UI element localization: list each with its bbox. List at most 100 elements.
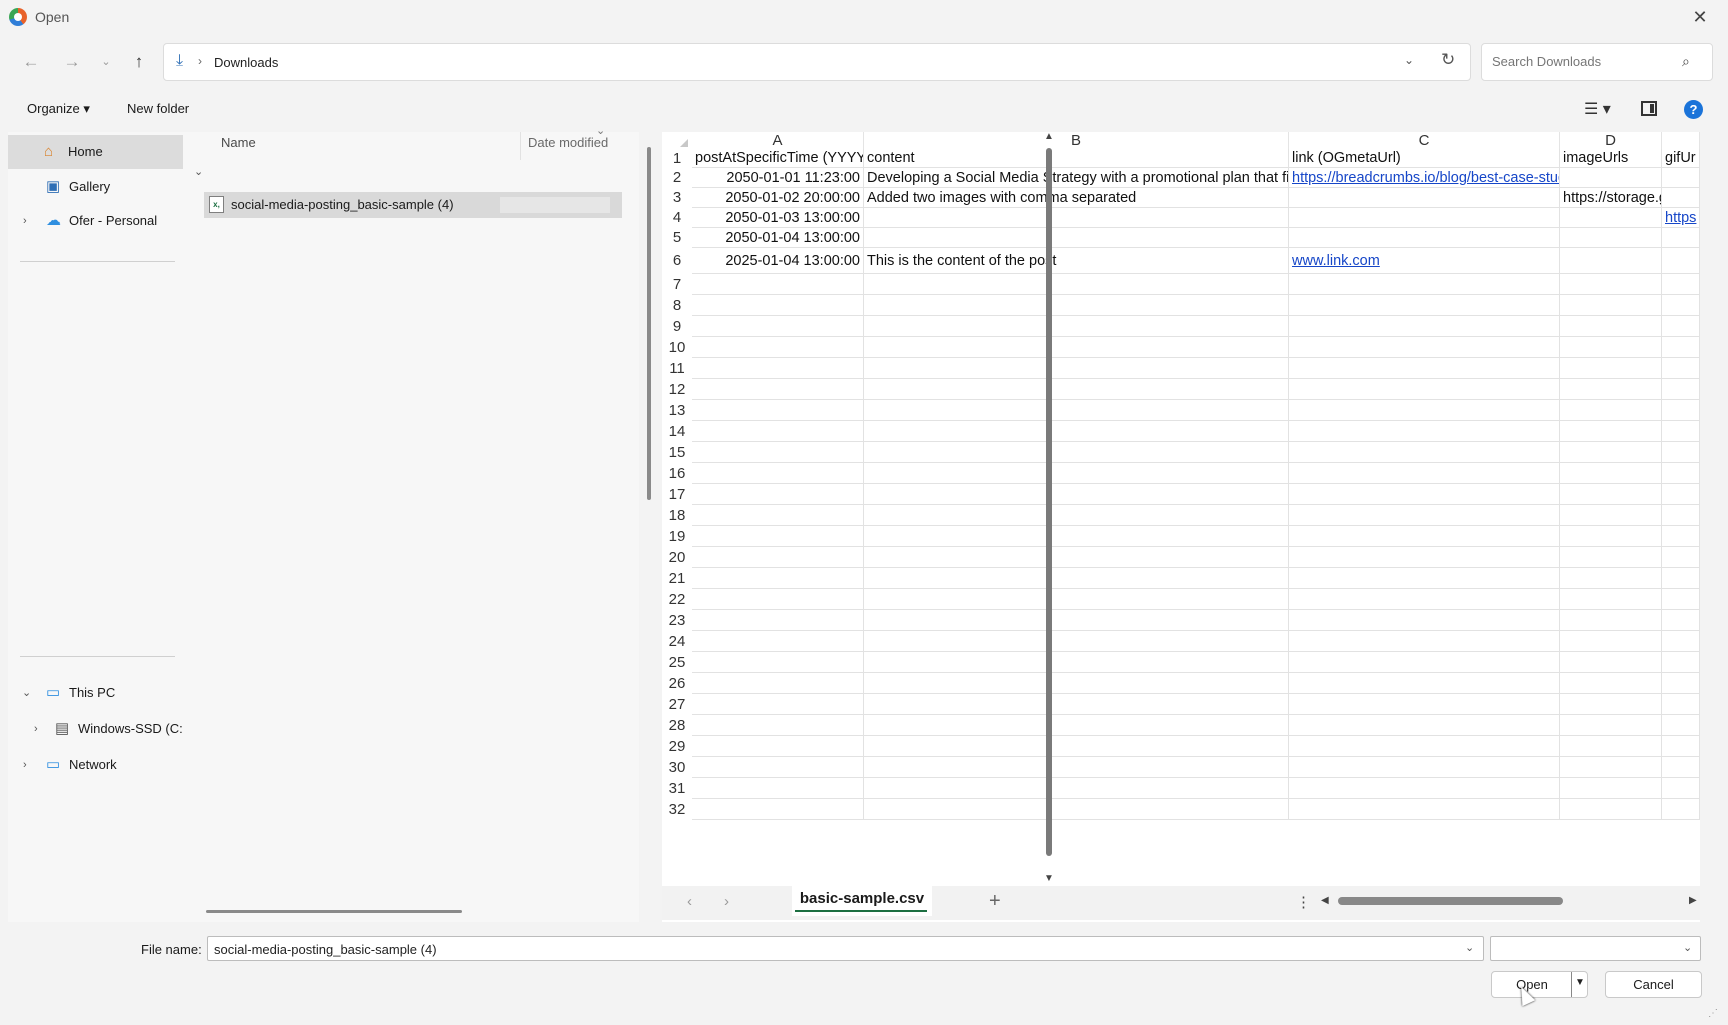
file-type-select[interactable]: ⌄ (1490, 936, 1701, 961)
file-row[interactable]: x, social-media-posting_basic-sample (4) (204, 192, 622, 218)
table-cell[interactable] (864, 715, 1289, 736)
spreadsheet-scrollbar[interactable] (1046, 148, 1052, 856)
table-cell[interactable] (1662, 228, 1700, 248)
table-cell[interactable] (1662, 274, 1700, 295)
table-cell[interactable] (1560, 400, 1662, 421)
group-collapse-chevron-icon[interactable]: ⌄ (194, 165, 203, 178)
table-cell[interactable] (1560, 736, 1662, 757)
table-cell[interactable] (1662, 547, 1700, 568)
table-cell[interactable]: https://storage.googl (1560, 188, 1662, 208)
table-cell[interactable] (864, 673, 1289, 694)
file-list-horizontal-scrollbar[interactable] (206, 910, 462, 913)
table-cell[interactable]: gifUr (1662, 149, 1700, 168)
table-cell[interactable] (864, 358, 1289, 379)
table-cell[interactable] (692, 337, 864, 358)
address-history-chevron-icon[interactable]: ⌄ (1404, 53, 1414, 67)
table-cell[interactable]: 2050-01-01 11:23:00 (692, 168, 864, 188)
table-cell[interactable] (692, 421, 864, 442)
table-cell[interactable] (1289, 228, 1560, 248)
table-cell[interactable] (864, 379, 1289, 400)
table-cell[interactable] (864, 400, 1289, 421)
table-cell[interactable] (692, 694, 864, 715)
expand-chevron-icon[interactable]: › (23, 748, 27, 782)
table-cell[interactable]: 2050-01-04 13:00:00 (692, 228, 864, 248)
resize-grip-icon[interactable]: ⋰ (1708, 1008, 1718, 1019)
table-cell[interactable] (1560, 358, 1662, 379)
table-cell[interactable] (692, 673, 864, 694)
table-cell[interactable] (1289, 757, 1560, 778)
table-cell[interactable] (1560, 526, 1662, 547)
table-cell[interactable] (1560, 757, 1662, 778)
table-cell[interactable] (1560, 631, 1662, 652)
table-cell[interactable] (692, 799, 864, 820)
scroll-left-arrow-icon[interactable]: ◀ (1321, 895, 1329, 906)
table-cell[interactable] (1662, 589, 1700, 610)
table-cell[interactable] (864, 631, 1289, 652)
table-cell[interactable] (1662, 757, 1700, 778)
table-cell[interactable] (864, 526, 1289, 547)
search-box[interactable]: ⌕ (1481, 43, 1713, 81)
table-cell[interactable]: https://breadcrumbs.io/blog/best-case-st… (1289, 168, 1560, 188)
table-cell[interactable] (1289, 568, 1560, 589)
table-cell[interactable]: link (OGmetaUrl) (1289, 149, 1560, 168)
table-cell[interactable] (1560, 799, 1662, 820)
table-cell[interactable] (1560, 694, 1662, 715)
new-folder-button[interactable]: New folder (127, 101, 189, 116)
search-input[interactable] (1490, 53, 1670, 70)
next-sheet-icon[interactable]: › (724, 893, 729, 910)
table-cell[interactable] (692, 274, 864, 295)
table-cell[interactable] (1560, 778, 1662, 799)
table-cell[interactable] (864, 505, 1289, 526)
table-cell[interactable] (1289, 379, 1560, 400)
table-cell[interactable] (1560, 228, 1662, 248)
cancel-button[interactable]: Cancel (1605, 971, 1702, 998)
table-cell[interactable]: imageUrls (1560, 149, 1662, 168)
file-name-input[interactable] (212, 941, 1442, 958)
table-cell[interactable] (692, 316, 864, 337)
table-cell[interactable] (864, 799, 1289, 820)
table-cell[interactable] (1662, 673, 1700, 694)
table-cell[interactable] (692, 505, 864, 526)
table-cell[interactable] (864, 442, 1289, 463)
collapse-chevron-icon[interactable]: ⌄ (22, 676, 31, 710)
table-cell[interactable] (1662, 463, 1700, 484)
refresh-icon[interactable]: ↻ (1441, 50, 1455, 70)
table-cell[interactable] (1289, 652, 1560, 673)
table-cell[interactable] (1560, 715, 1662, 736)
table-cell[interactable] (1289, 358, 1560, 379)
back-arrow-icon[interactable]: ← (17, 48, 45, 76)
table-cell[interactable] (1662, 337, 1700, 358)
sidebar-item-windows-ssd[interactable]: › ▤ Windows-SSD (C: (8, 712, 183, 746)
table-cell[interactable] (864, 736, 1289, 757)
table-cell[interactable]: Developing a Social Media Strategy with … (864, 168, 1289, 188)
table-cell[interactable] (1289, 673, 1560, 694)
more-options-icon[interactable]: ⋮ (1296, 893, 1311, 911)
table-cell[interactable] (692, 295, 864, 316)
table-cell[interactable] (1662, 358, 1700, 379)
scroll-down-arrow-icon[interactable]: ▼ (1044, 873, 1054, 884)
table-cell[interactable] (692, 652, 864, 673)
column-header-date-modified[interactable]: Date modified (528, 135, 608, 150)
scroll-up-arrow-icon[interactable]: ▲ (1044, 131, 1054, 142)
table-cell[interactable] (1662, 631, 1700, 652)
table-cell[interactable]: 2050-01-02 20:00:00 (692, 188, 864, 208)
table-cell[interactable] (692, 547, 864, 568)
forward-arrow-icon[interactable]: → (58, 48, 86, 76)
expand-chevron-icon[interactable]: › (34, 712, 38, 746)
table-cell[interactable] (692, 442, 864, 463)
previous-sheet-icon[interactable]: ‹ (687, 893, 692, 910)
table-cell[interactable] (1289, 547, 1560, 568)
organize-button[interactable]: Organize ▾ (27, 101, 90, 117)
column-separator[interactable] (520, 132, 521, 160)
table-cell[interactable]: https (1662, 208, 1700, 228)
table-cell[interactable] (1289, 274, 1560, 295)
table-cell[interactable] (1662, 379, 1700, 400)
table-cell[interactable] (864, 589, 1289, 610)
table-cell[interactable] (692, 400, 864, 421)
table-cell[interactable] (1289, 463, 1560, 484)
sidebar-item-network[interactable]: › ▭ Network (8, 748, 183, 782)
table-cell[interactable] (864, 274, 1289, 295)
table-cell[interactable] (1560, 337, 1662, 358)
table-cell[interactable] (1289, 442, 1560, 463)
file-name-field[interactable]: ⌄ (207, 936, 1484, 961)
